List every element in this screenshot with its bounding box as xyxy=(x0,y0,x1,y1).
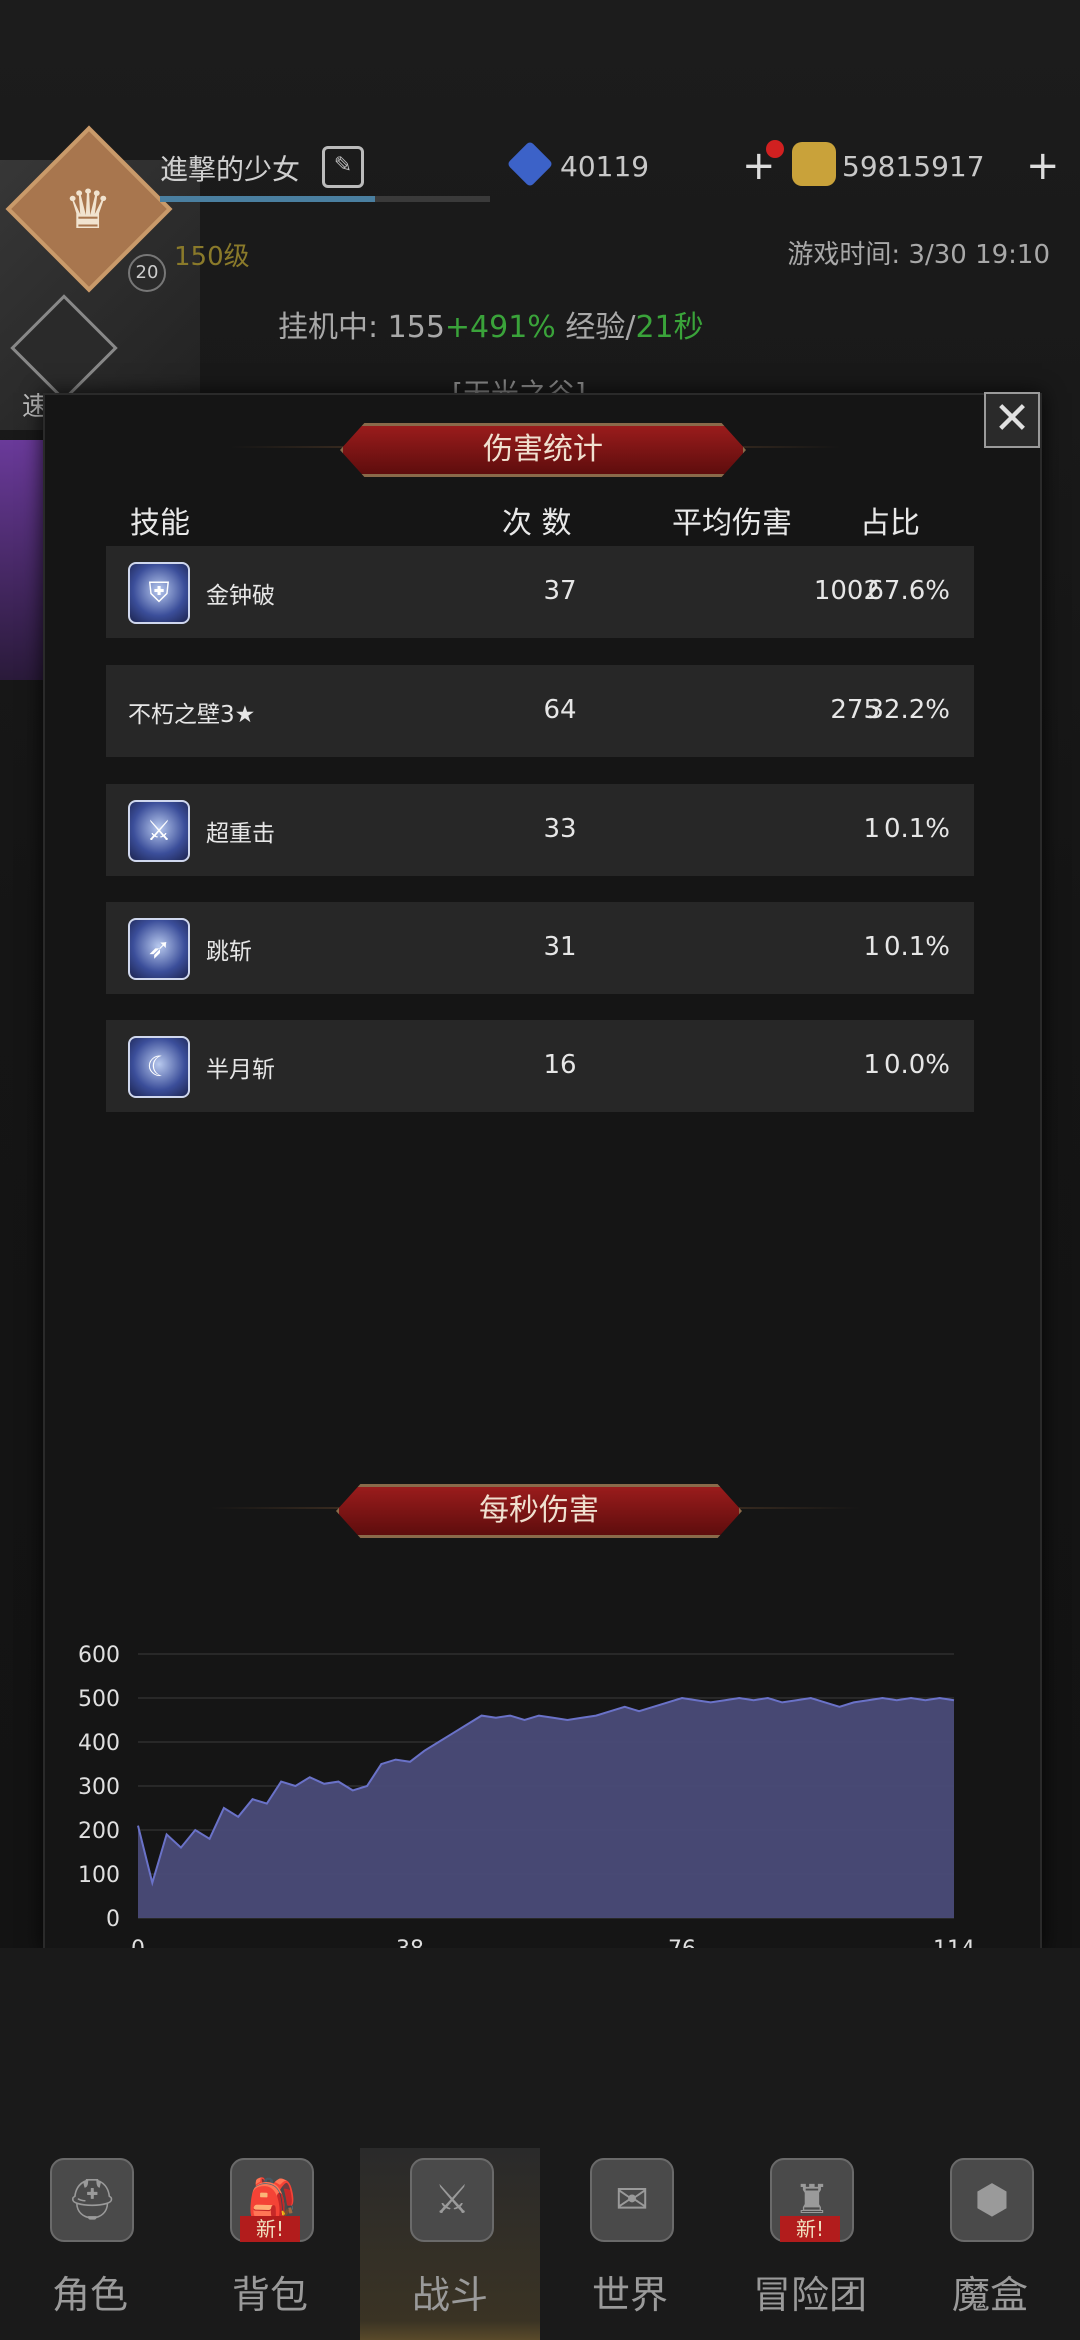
skill-row: ⛨ 金钟破 37 1002 67.6% xyxy=(106,546,974,638)
new-badge: 新! xyxy=(240,2216,300,2242)
col-header-skill: 技能 xyxy=(130,506,190,541)
edit-name-icon[interactable]: ✎ xyxy=(322,146,364,188)
idle-bonus: +491% xyxy=(444,310,556,345)
nav-label: 世界 xyxy=(591,2273,668,2317)
nav-item-2[interactable]: ⚔ 战斗 xyxy=(360,2148,540,2340)
xp-bar xyxy=(160,196,490,202)
nav-item-5[interactable]: ⬢ 魔盒 xyxy=(900,2148,1080,2340)
idle-status: 挂机中: 155+491% 经验/21秒 xyxy=(278,302,704,346)
close-button[interactable]: ✕ xyxy=(984,392,1040,448)
player-name: 進撃的少女 xyxy=(160,153,301,186)
crown-icon: ♛ xyxy=(63,178,113,241)
skill-percent: 0.1% xyxy=(883,814,950,844)
nav-item-4[interactable]: ♜ 新! 冒险团 xyxy=(720,2148,900,2340)
nav-label: 战斗 xyxy=(411,2273,488,2317)
nav-label: 魔盒 xyxy=(951,2273,1028,2317)
nav-item-3[interactable]: ✉ 世界 xyxy=(540,2148,720,2340)
helmet-icon: ⛑ xyxy=(50,2158,134,2242)
skill-name: 超重击 xyxy=(206,821,275,847)
gold-count: 59815917 xyxy=(842,150,985,183)
skill-count: 16 xyxy=(543,1050,577,1080)
player-level: 150级 xyxy=(174,242,250,272)
skill-row: ⚔ 超重击 33 1 0.1% xyxy=(106,784,974,876)
idle-exp-label: 经验/ xyxy=(555,310,636,345)
y-tick-label: 400 xyxy=(78,1731,120,1756)
nav-label: 角色 xyxy=(51,2273,128,2317)
new-badge: 新! xyxy=(780,2216,840,2242)
skill-name: 跳斩 xyxy=(206,939,252,965)
avatar-level-badge: 20 xyxy=(128,254,166,292)
skill-row: 不朽之壁3★ 64 275 32.2% xyxy=(106,665,974,757)
skill-count: 37 xyxy=(543,576,577,606)
gold-icon xyxy=(792,142,836,186)
dps-chart: 600500400300200100003876114 xyxy=(78,1643,975,1958)
nav-item-1[interactable]: 🎒 新! 背包 xyxy=(180,2148,360,2340)
crescent-slash-icon: ☾ xyxy=(128,1036,190,1098)
xp-fill xyxy=(160,196,375,202)
y-tick-label: 600 xyxy=(78,1643,120,1668)
y-tick-label: 300 xyxy=(78,1775,120,1800)
skill-percent: 0.0% xyxy=(883,1050,950,1080)
skill-row: ➶ 跳斩 31 1 0.1% xyxy=(106,902,974,994)
skill-row: ☾ 半月斩 16 1 0.0% xyxy=(106,1020,974,1112)
gem-count: 40119 xyxy=(560,150,650,183)
nav-label: 背包 xyxy=(231,2273,308,2317)
skill-count: 64 xyxy=(543,695,577,725)
y-tick-label: 200 xyxy=(78,1819,120,1844)
skill-percent: 0.1% xyxy=(883,932,950,962)
y-tick-label: 100 xyxy=(78,1863,120,1888)
leap-slash-icon: ➶ xyxy=(128,918,190,980)
heavy-strike-icon: ⚔ xyxy=(128,800,190,862)
notification-dot xyxy=(766,140,784,158)
sword-shield-icon: ⚔ xyxy=(410,2158,494,2242)
magic-box-icon: ⬢ xyxy=(950,2158,1034,2242)
game-time: 游戏时间: 3/30 19:10 xyxy=(787,240,1050,270)
y-tick-label: 0 xyxy=(106,1907,120,1932)
col-header-pct: 占比 xyxy=(860,506,920,541)
skill-count: 31 xyxy=(543,932,577,962)
add-gold-button[interactable]: + xyxy=(1026,146,1060,186)
skill-bar-background xyxy=(0,1948,1080,2148)
dps-title-banner: 每秒伤害 xyxy=(336,1484,742,1538)
bell-shield-icon: ⛨ xyxy=(128,562,190,624)
skill-name: 金钟破 xyxy=(206,583,275,609)
idle-rate: 挂机中: 155 xyxy=(278,310,445,345)
dps-title: 每秒伤害 xyxy=(479,1493,599,1528)
skill-count: 33 xyxy=(543,814,577,844)
damage-title: 伤害统计 xyxy=(483,432,603,467)
col-header-avg: 平均伤害 xyxy=(672,506,792,541)
dps-area xyxy=(138,1698,954,1918)
skill-name: 半月斩 xyxy=(206,1057,275,1083)
col-header-count: 次 数 xyxy=(502,506,572,541)
skill-name: 不朽之壁3★ xyxy=(128,702,256,728)
skill-percent: 32.2% xyxy=(867,695,950,725)
skill-percent: 67.6% xyxy=(867,576,950,606)
nav-label: 冒险团 xyxy=(752,2273,867,2317)
idle-interval: 21秒 xyxy=(635,310,704,345)
nav-item-0[interactable]: ⛑ 角色 xyxy=(0,2148,180,2340)
map-scroll-icon: ✉ xyxy=(590,2158,674,2242)
damage-title-banner: 伤害统计 xyxy=(340,423,746,477)
y-tick-label: 500 xyxy=(78,1687,120,1712)
bottom-navigation: ⛑ 角色 🎒 新! 背包 ⚔ 战斗 ✉ 世界 ♜ 新! 冒险团 ⬢ 魔盒 xyxy=(0,2148,1080,2340)
